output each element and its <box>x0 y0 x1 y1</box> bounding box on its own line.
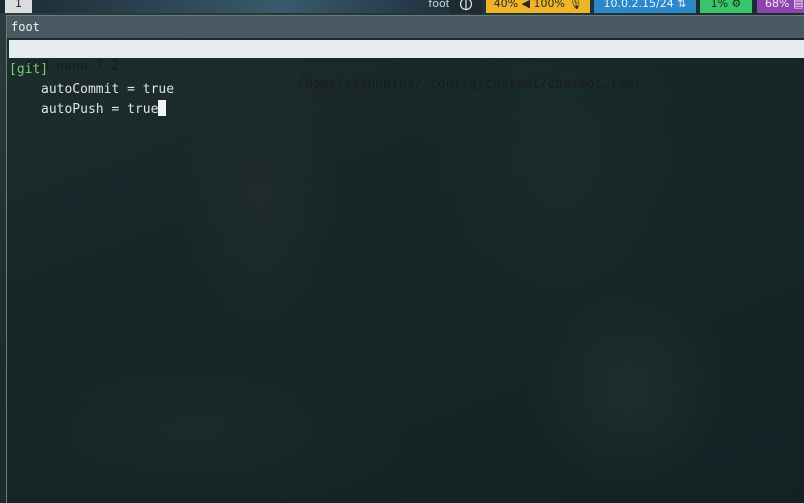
terminal-window[interactable]: foot GNU nano 7.2 /home/sashubina/.confi… <box>6 15 804 503</box>
network-status[interactable]: 10.0.2.15/24 ⇅ <box>594 0 696 13</box>
status-bar: 1 foot 40% ◀ 100% 🎙 10.0.2.15/24 ⇅ 1% ⚙ … <box>0 0 804 13</box>
editor-line[interactable]: autoCommit = true <box>9 80 174 100</box>
text-cursor <box>158 100 167 116</box>
audio-status[interactable]: 40% ◀ 100% 🎙 <box>486 0 590 13</box>
pi-icon-glyph <box>459 0 472 11</box>
window-title: foot <box>7 16 804 38</box>
editor-line[interactable]: autoPush = true <box>9 100 167 120</box>
cpu-status[interactable]: 1% ⚙ <box>700 0 752 13</box>
pi-icon[interactable] <box>449 0 482 13</box>
memory-status[interactable]: 68% ▤ <box>757 0 804 13</box>
nano-header: GNU nano 7.2 /home/sashubina/.config/che… <box>9 40 804 92</box>
desktop: 1 foot 40% ◀ 100% 🎙 10.0.2.15/24 ⇅ 1% ⚙ … <box>0 0 804 503</box>
terminal-content[interactable]: GNU nano 7.2 /home/sashubina/.config/che… <box>7 38 804 503</box>
editor-line-text: autoPush = true <box>41 102 159 117</box>
editor-line[interactable]: [git] <box>9 60 48 80</box>
file-path: /home/sashubina/.config/chezmoi/chezmoi.… <box>297 77 642 92</box>
active-window-title: foot <box>428 0 450 10</box>
workspace-button[interactable]: 1 <box>5 0 32 13</box>
